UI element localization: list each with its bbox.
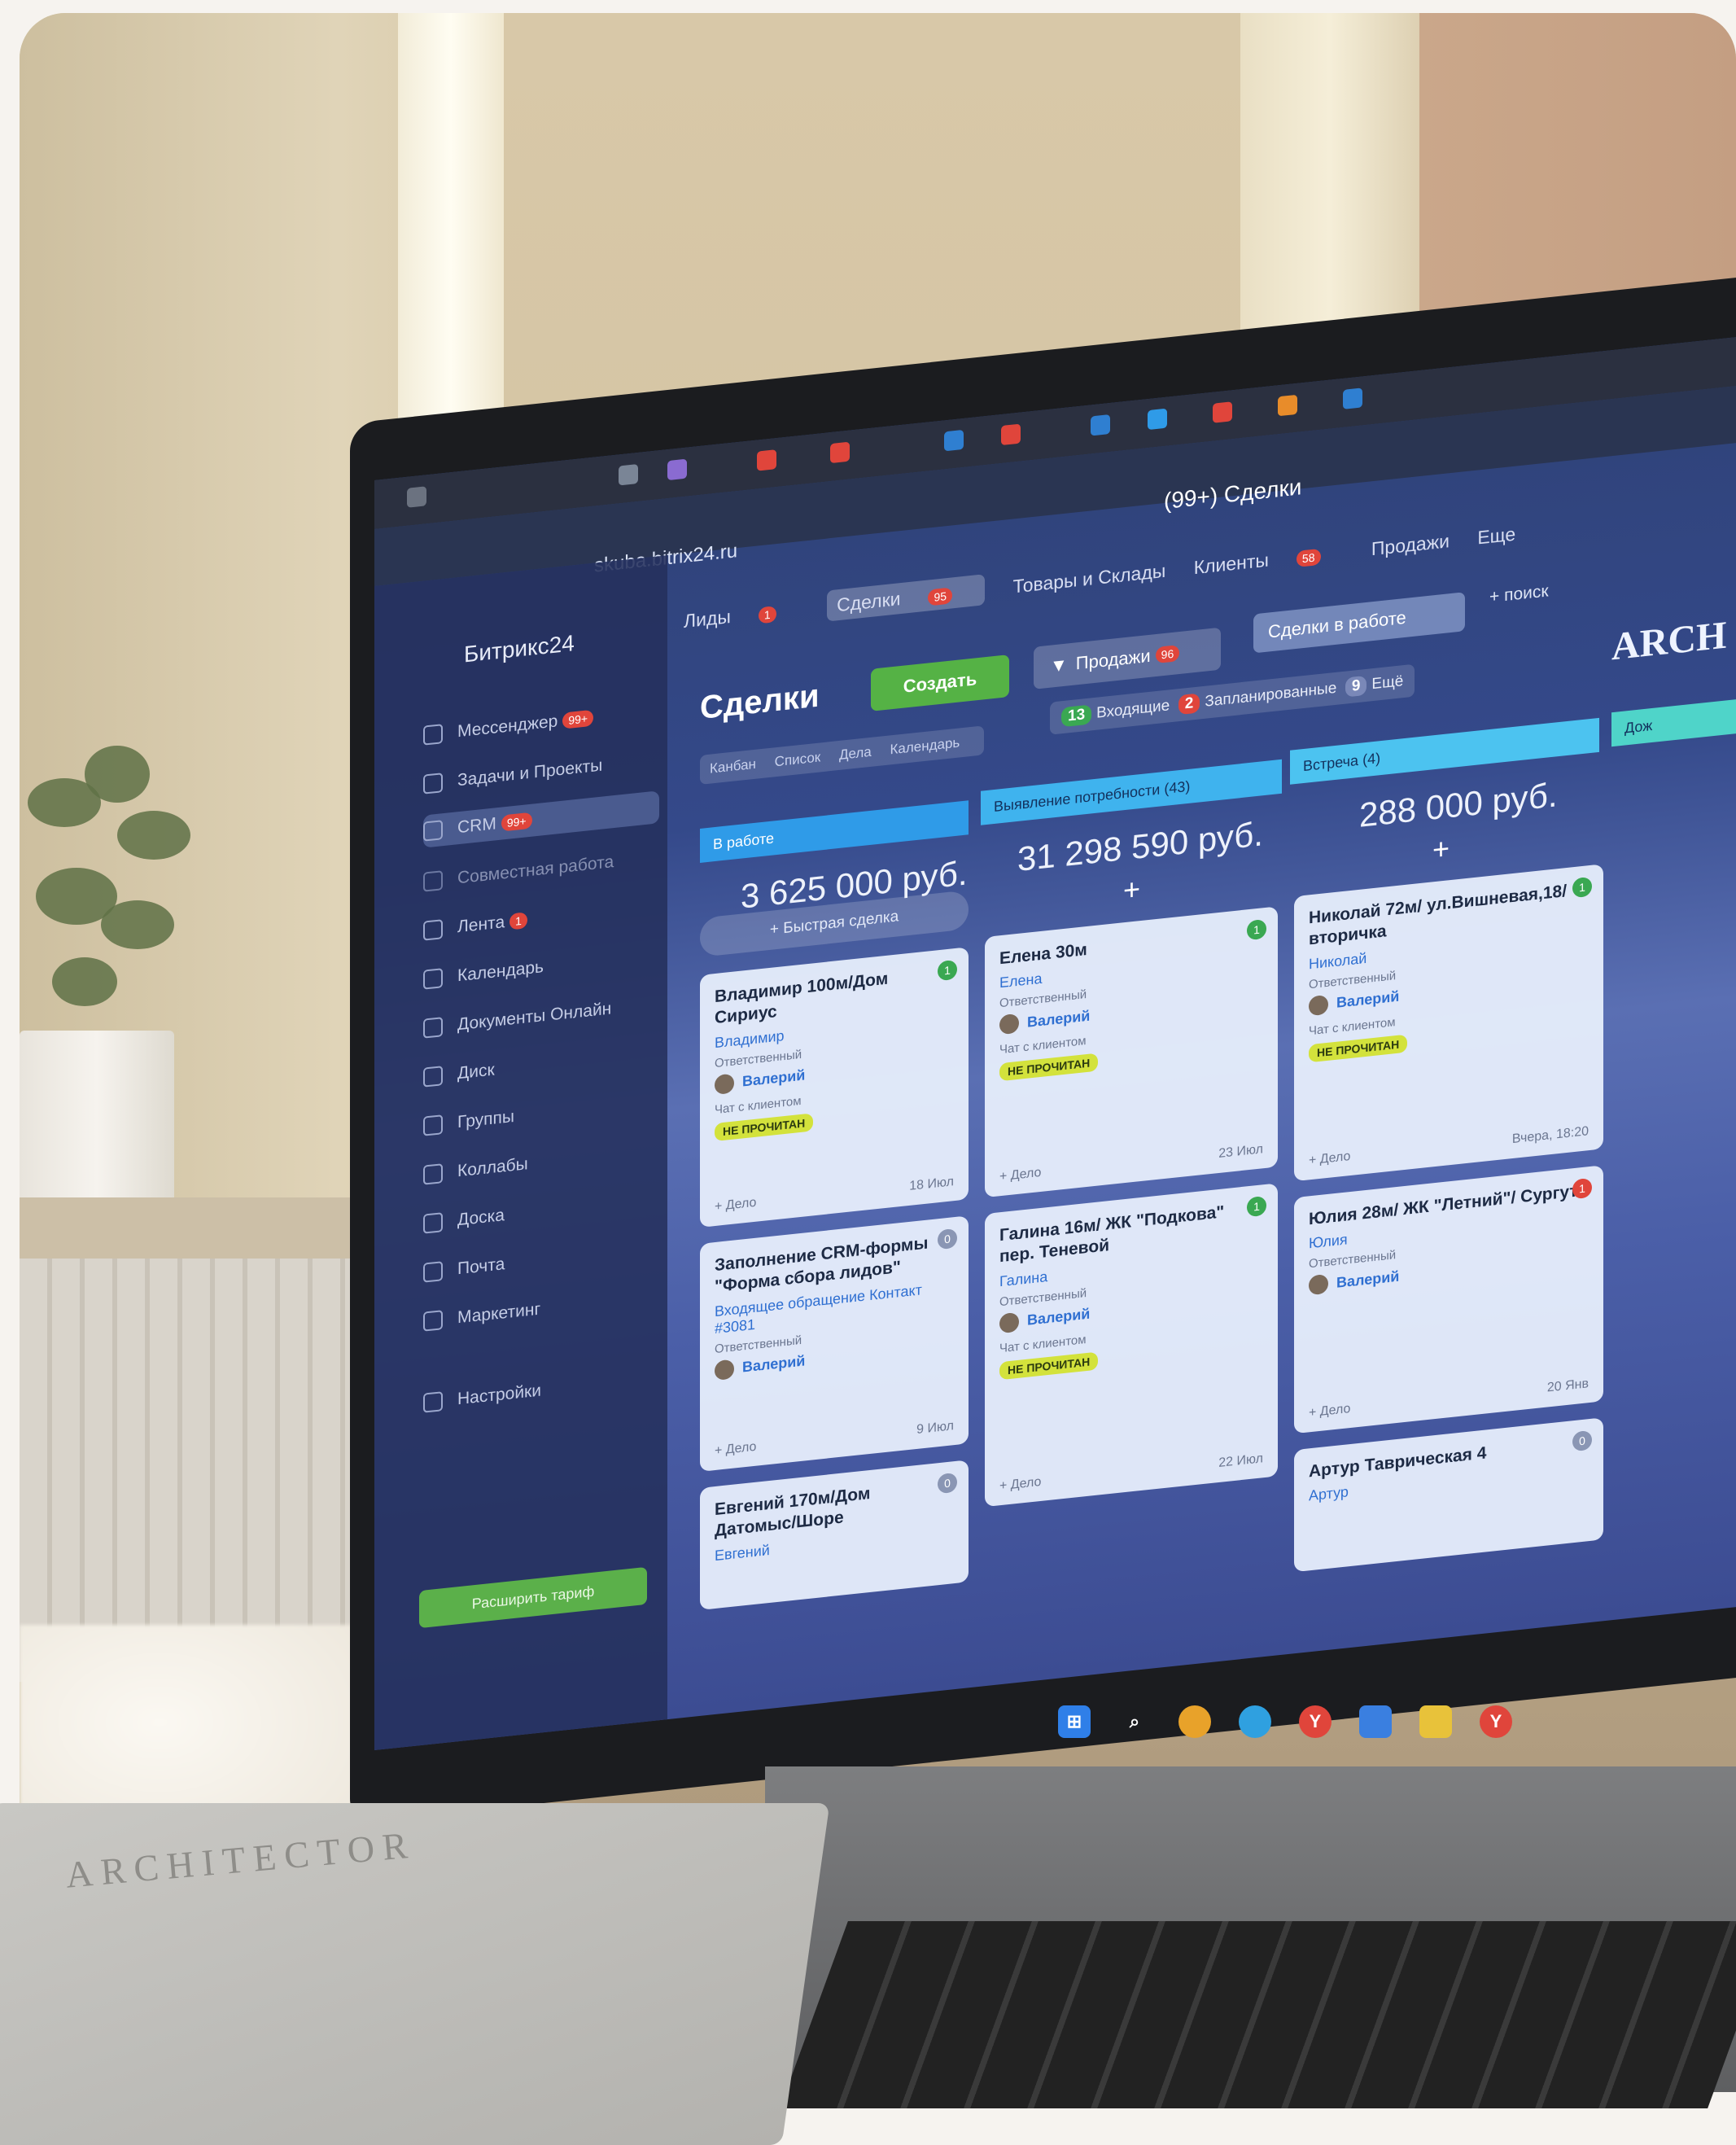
yandex-app-icon[interactable]: Y <box>1480 1705 1512 1738</box>
deal-card[interactable]: 0 Заполнение CRM-формы "Форма сбора лидо… <box>700 1215 969 1472</box>
add-activity-link[interactable]: + Дело <box>1309 1149 1350 1168</box>
search-icon[interactable]: ⌕ <box>1118 1705 1151 1738</box>
plant-pot <box>20 1031 174 1218</box>
folder-icon[interactable] <box>1419 1705 1452 1738</box>
calendar-icon <box>423 968 443 990</box>
deal-card[interactable]: 0 Евгений 170м/Дом Датомыс/Шоре Евгений <box>700 1460 969 1610</box>
create-button[interactable]: Создать <box>871 654 1009 711</box>
counter-planned-count[interactable]: 2 <box>1178 693 1200 716</box>
start-icon[interactable]: ⊞ <box>1058 1705 1091 1738</box>
status-badge: НЕ ПРОЧИТАН <box>715 1112 814 1141</box>
add-deal-meeting-button[interactable]: + <box>1432 831 1450 867</box>
counter-incoming[interactable]: Входящие <box>1096 697 1170 721</box>
column-header-next[interactable]: Дож <box>1611 698 1736 747</box>
pipeline-selector[interactable]: ▼ Продажи 96 <box>1034 627 1221 689</box>
mail-icon <box>423 1261 443 1283</box>
filter-icon: ▼ <box>1050 654 1068 676</box>
counter-planned[interactable]: Запланированные <box>1205 680 1336 711</box>
counter-more[interactable]: Ещё <box>1371 672 1403 693</box>
column-header-meeting[interactable]: Встреча (4) <box>1290 717 1599 785</box>
view-switcher: Канбан Список Дела Календарь <box>700 725 985 785</box>
add-activity-link[interactable]: + Дело <box>715 1440 756 1459</box>
tab-deals[interactable]: Сделки 95 <box>827 574 986 622</box>
add-deal-needs-button[interactable]: + <box>1123 872 1140 908</box>
yandex-browser-icon[interactable]: Y <box>1299 1705 1332 1738</box>
document-icon <box>423 1017 443 1039</box>
marketing-icon <box>423 1310 443 1332</box>
column-header-needs[interactable]: Выявление потребности (43) <box>981 759 1282 825</box>
add-activity-link[interactable]: + Дело <box>1309 1402 1350 1421</box>
stylus-icon[interactable] <box>1359 1705 1392 1738</box>
counter-incoming-count[interactable]: 13 <box>1061 704 1092 728</box>
status-badge: НЕ ПРОЧИТАН <box>999 1053 1099 1082</box>
deal-card[interactable]: 1 Галина 16м/ ЖК "Подкова" пер. Теневой … <box>985 1183 1278 1508</box>
deal-card[interactable]: 1 Юлия 28м/ ЖК "Летний"/ Сургут Юлия Отв… <box>1294 1165 1603 1434</box>
laptop-screen: skuba.bitrix24.ru (99+) Сделки Битрикс24… <box>374 335 1736 1751</box>
feed-icon <box>423 919 443 941</box>
deal-card[interactable]: 1 Николай 72м/ ул.Вишневая,18/вторичка Н… <box>1294 864 1603 1182</box>
column-sum-meeting: 288 000 руб. <box>1359 775 1558 834</box>
tab-more[interactable]: Еще <box>1477 523 1515 549</box>
window-sill <box>20 1197 361 1259</box>
disk-icon <box>423 1066 443 1088</box>
tab-sales[interactable]: Продажи <box>1371 530 1450 559</box>
page-title: Сделки <box>700 677 820 726</box>
status-badge: НЕ ПРОЧИТАН <box>999 1351 1099 1380</box>
plant <box>20 746 190 1039</box>
column-sum-needs: 31 298 590 руб. <box>1017 814 1263 878</box>
chrome-icon[interactable] <box>1178 1705 1211 1738</box>
view-calendar[interactable]: Календарь <box>890 734 960 757</box>
tab-clients[interactable]: Клиенты 58 <box>1194 541 1344 578</box>
radiator <box>20 1259 361 1682</box>
active-filter[interactable]: Сделки в работе <box>1253 592 1465 654</box>
view-list[interactable]: Список <box>775 749 821 769</box>
counter-more-count[interactable]: 9 <box>1345 675 1367 698</box>
tab-products[interactable]: Товары и Склады <box>1012 560 1165 598</box>
view-kanban[interactable]: Канбан <box>710 756 756 777</box>
keyboard <box>780 1921 1736 2108</box>
deal-card[interactable]: 0 Артур Таврическая 4 Артур <box>1294 1417 1603 1573</box>
add-activity-link[interactable]: + Дело <box>715 1196 756 1215</box>
status-badge: НЕ ПРОЧИТАН <box>1309 1034 1408 1062</box>
view-activities[interactable]: Дела <box>839 744 872 763</box>
groups-icon <box>423 1114 443 1136</box>
chat-icon <box>423 724 443 746</box>
tasks-icon <box>423 773 443 795</box>
board-icon <box>423 1212 443 1234</box>
crm-icon <box>423 820 443 842</box>
edge-icon[interactable] <box>1239 1705 1271 1738</box>
add-activity-link[interactable]: + Дело <box>999 1166 1041 1184</box>
collabs-icon <box>423 1163 443 1185</box>
settings-icon <box>423 1391 443 1413</box>
column-header-in-work[interactable]: В работе <box>700 800 969 863</box>
windows-taskbar: ⊞ ⌕ Y Y <box>1058 1693 1563 1750</box>
tab-leads[interactable]: Лиды 1 <box>684 598 799 632</box>
collab-icon <box>423 870 443 892</box>
deal-card[interactable]: 1 Елена 30м Елена Ответственный Валерий … <box>985 906 1278 1198</box>
search-input[interactable]: + поиск <box>1489 581 1549 607</box>
add-activity-link[interactable]: + Дело <box>999 1475 1041 1494</box>
deal-card[interactable]: 1 Владимир 100м/Дом Сириус Владимир Отве… <box>700 947 969 1228</box>
